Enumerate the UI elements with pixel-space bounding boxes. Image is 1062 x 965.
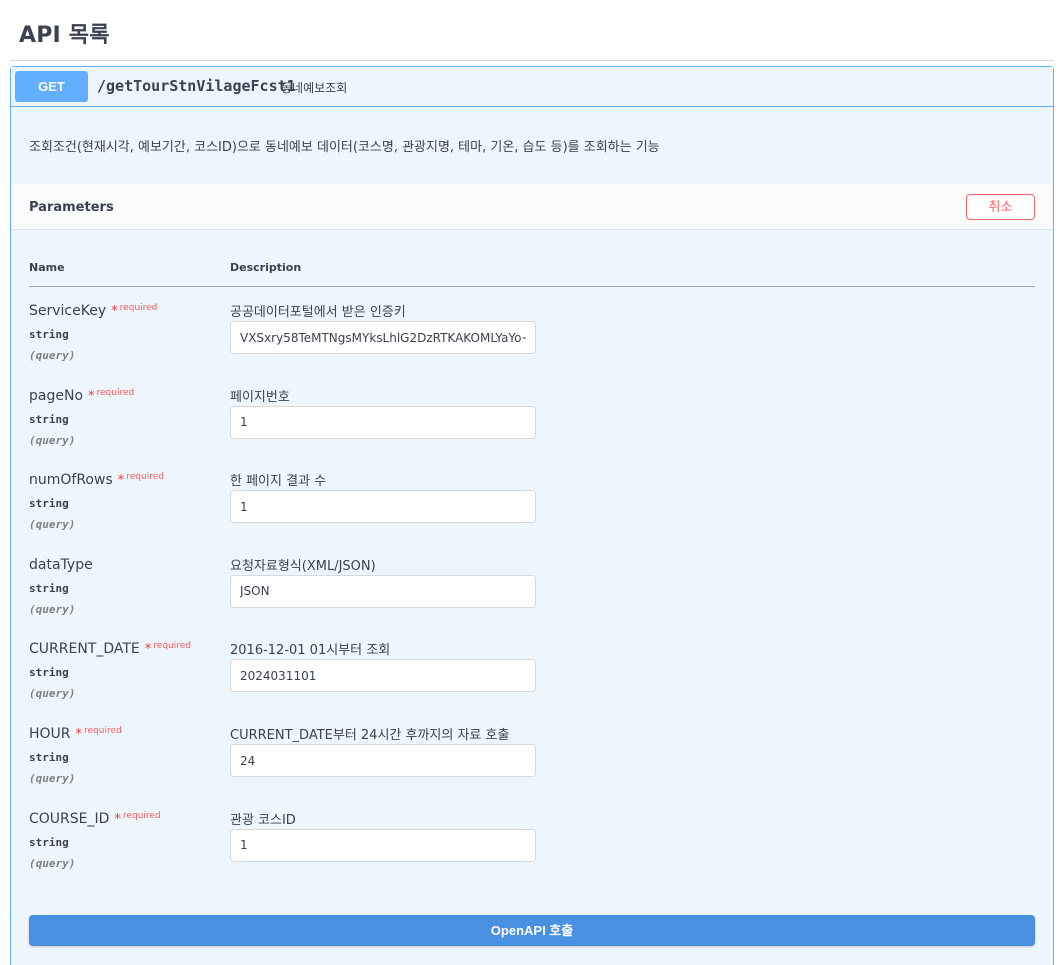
parameter-input-hour[interactable] — [230, 744, 536, 777]
parameter-row: ServiceKey * required string (query) 공공데이터포털에… — [11, 303, 1053, 383]
column-header-description: Description — [230, 261, 302, 274]
parameter-type: string — [29, 751, 69, 764]
parameters-title: Parameters — [29, 200, 114, 215]
parameter-description: 페이지번호 — [230, 389, 290, 405]
parameter-input-course-id[interactable] — [230, 828, 536, 862]
operation-block: GET /getTourStnVilageFcst1 동네예보조회 조회조건(현… — [10, 66, 1054, 965]
parameter-location: (query) — [29, 433, 76, 447]
parameter-row: pageNo * required string (query) 페이지번호 — [11, 388, 1053, 468]
parameter-row: COURSE_ID * required string (query) 관광 코스ID — [11, 811, 1053, 891]
parameter-row: HOUR * required string (query) CURRENT_DATE부터… — [11, 726, 1053, 806]
parameter-location: (query) — [29, 602, 76, 616]
parameter-input-datatype[interactable] — [230, 574, 536, 608]
endpoint-description: 조회조건(현재시각, 예보기간, 코스ID)으로 동네예보 데이터(코스명, 관… — [29, 140, 660, 155]
cancel-button[interactable]: 취소 — [966, 194, 1035, 220]
parameter-description: 공공데이터포털에서 받은 인증키 — [230, 305, 406, 320]
parameter-type: string — [29, 497, 69, 511]
parameter-location: (query) — [29, 518, 76, 532]
required-label: required — [84, 726, 122, 736]
parameter-name-text: dataType — [29, 556, 93, 573]
parameter-row: CURRENT_DATE * required string (query) 2016-1… — [11, 641, 1053, 721]
parameter-name-text: pageNo — [29, 387, 84, 404]
parameter-input-servicekey[interactable] — [230, 321, 536, 354]
required-asterisk: * — [111, 304, 118, 319]
parameters-header: Parameters 취소 — [11, 184, 1053, 230]
endpoint-path: /getTourStnVilageFcst1 — [97, 77, 296, 95]
required-asterisk: * — [144, 642, 152, 658]
parameter-input-current-date[interactable] — [230, 659, 536, 693]
parameter-description: 관광 코스ID — [230, 812, 296, 828]
required-label: required — [119, 303, 158, 313]
parameter-description: 한 페이지 결과 수 — [230, 474, 327, 490]
parameter-name: CURRENT_DATE * required — [29, 641, 191, 657]
column-header-name: Name — [29, 261, 65, 274]
operation-summary[interactable]: GET /getTourStnVilageFcst1 동네예보조회 — [11, 67, 1053, 107]
required-asterisk: * — [88, 388, 95, 404]
parameter-name: dataType — [29, 557, 93, 573]
parameter-name-text: ServiceKey — [29, 303, 107, 319]
parameter-location: (query) — [29, 772, 76, 785]
parameter-name: numOfRows * required — [29, 472, 164, 488]
required-label: required — [122, 810, 161, 821]
parameter-row: dataType string (query) 요청자료형식(XML/JSON) — [11, 557, 1053, 637]
parameter-name: pageNo * required — [29, 388, 134, 404]
parameter-name-text: COURSE_ID — [29, 810, 110, 827]
required-label: required — [153, 641, 191, 652]
parameter-type: string — [29, 666, 69, 680]
parameter-description: 요청자료형식(XML/JSON) — [230, 558, 376, 574]
required-label: required — [126, 472, 164, 483]
parameter-type: string — [29, 412, 69, 426]
parameter-name-text: HOUR — [29, 726, 71, 742]
parameter-input-pageno[interactable] — [230, 405, 536, 439]
parameter-name: ServiceKey * required — [29, 303, 157, 319]
parameter-description: CURRENT_DATE부터 24시간 후까지의 자료 호출 — [230, 728, 510, 743]
table-header-divider — [29, 286, 1035, 287]
parameter-name: HOUR * required — [29, 726, 122, 742]
parameter-location: (query) — [29, 687, 76, 701]
parameter-type: string — [29, 835, 69, 849]
required-asterisk: * — [114, 811, 121, 827]
parameter-location: (query) — [29, 856, 76, 870]
parameter-type: string — [29, 328, 69, 341]
parameter-type: string — [29, 581, 69, 595]
page-title: API 목록 — [19, 23, 110, 48]
page-header: API 목록 — [0, 0, 1062, 62]
parameter-name-text: CURRENT_DATE — [29, 641, 140, 658]
parameter-input-numofrows[interactable] — [230, 490, 536, 524]
required-asterisk: * — [75, 727, 83, 742]
http-method-badge: GET — [15, 71, 88, 102]
endpoint-summary: 동네예보조회 — [281, 81, 348, 95]
parameter-location: (query) — [29, 349, 76, 362]
parameter-name-text: numOfRows — [29, 472, 113, 489]
header-divider — [10, 60, 1054, 61]
parameter-description: 2016-12-01 01시부터 조회 — [230, 643, 391, 659]
parameter-row: numOfRows * required string (query) 한 페이지 결과 … — [11, 472, 1053, 552]
required-label: required — [96, 387, 135, 398]
required-asterisk: * — [117, 473, 125, 489]
execute-button[interactable]: OpenAPI 호출 — [29, 915, 1035, 946]
parameter-name: COURSE_ID * required — [29, 811, 161, 827]
